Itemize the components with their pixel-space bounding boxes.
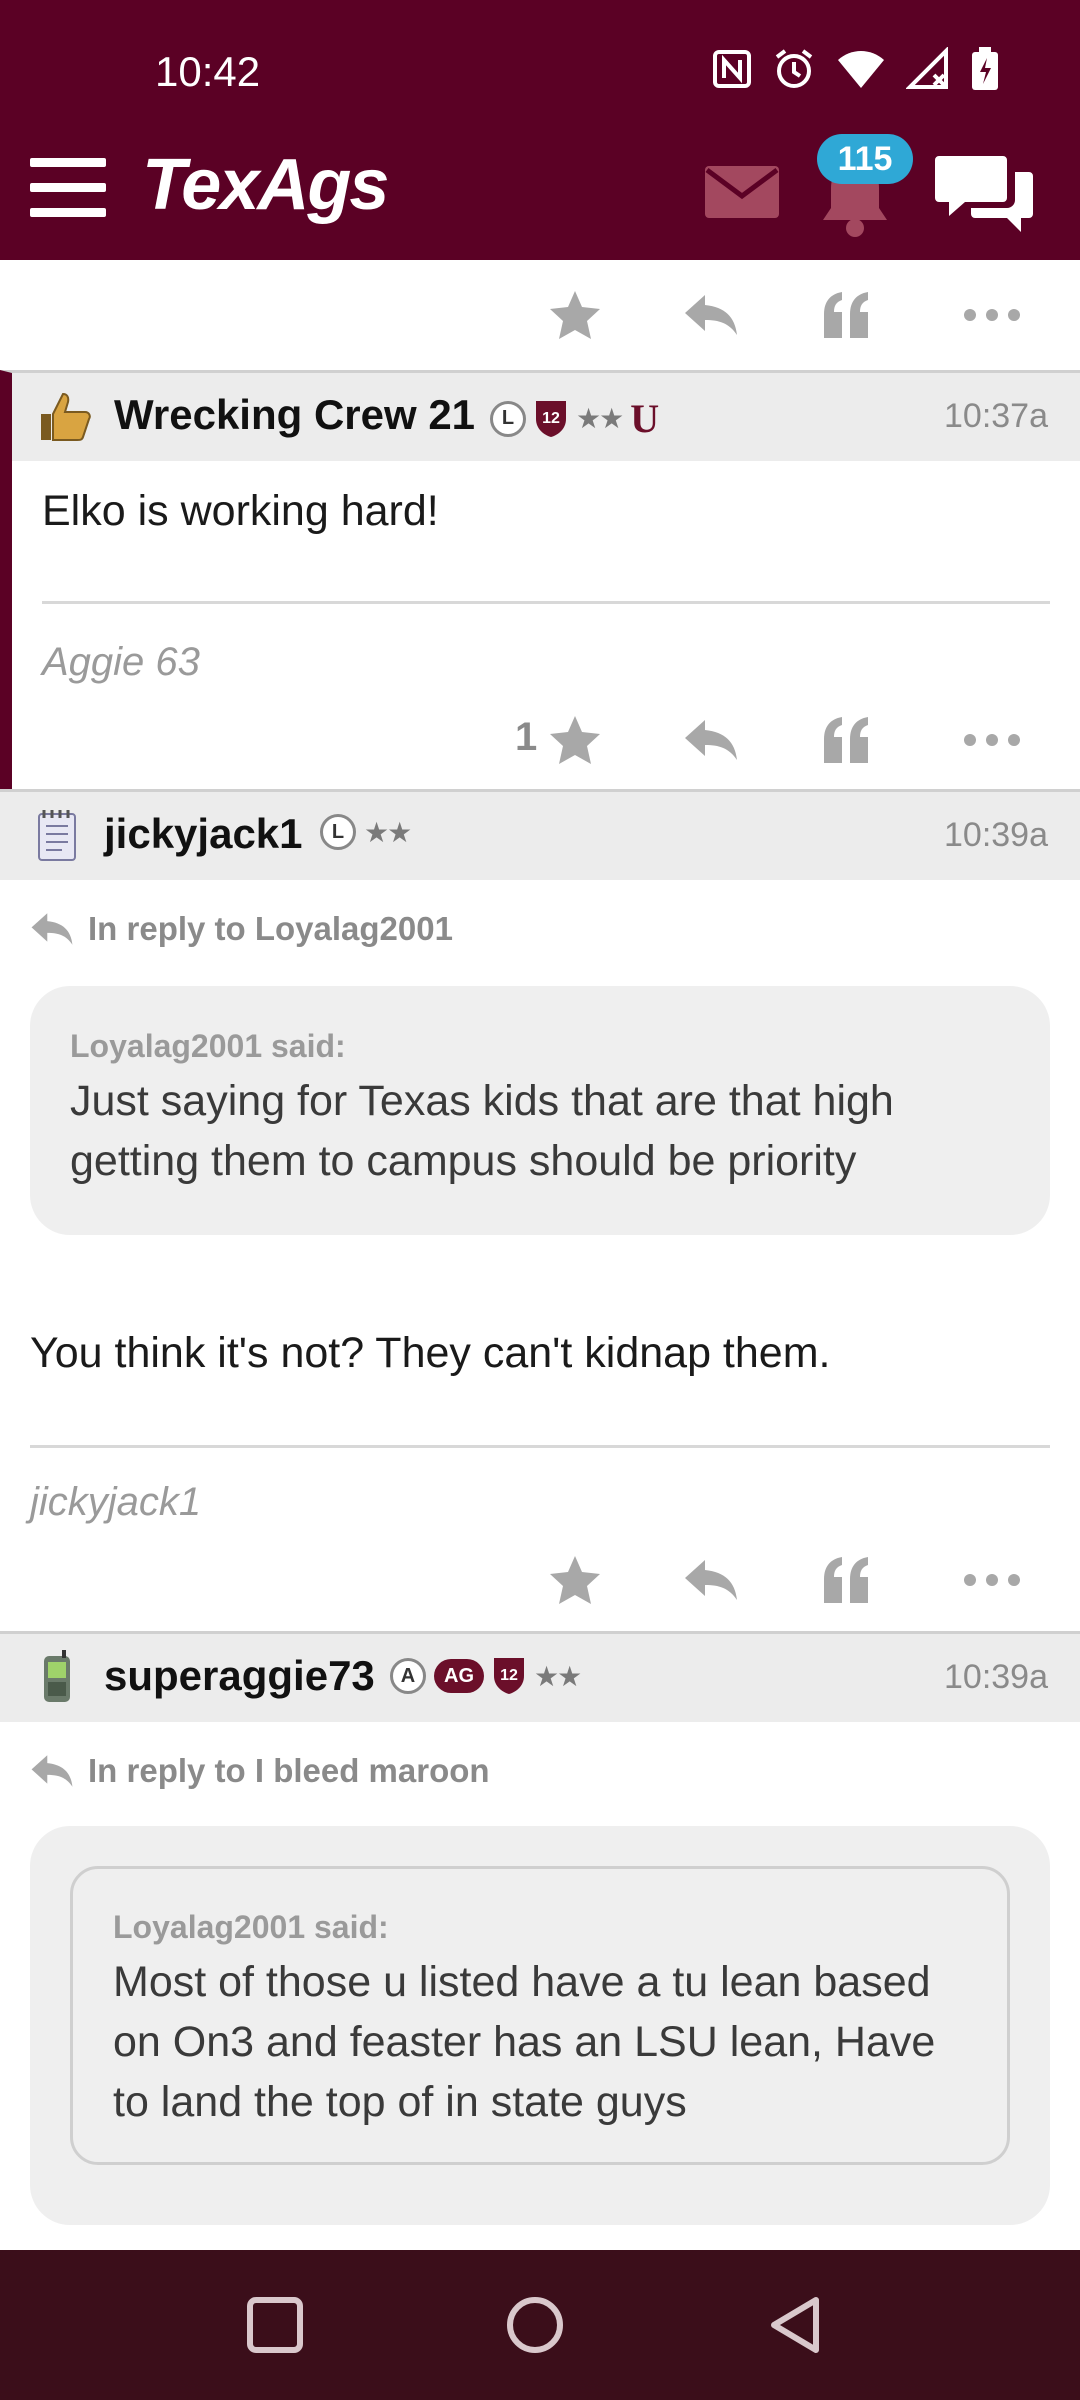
username[interactable]: jickyjack1 — [104, 810, 303, 858]
quote-attribution: Loyalag2001 said: — [113, 1909, 389, 1945]
reply-arrow-icon — [31, 913, 73, 945]
notification-count-badge: 115 — [817, 134, 913, 184]
post-header: jickyjack1 L ★★ 10:39a — [0, 792, 1080, 880]
back-icon[interactable] — [760, 2290, 830, 2360]
more-options-icon[interactable] — [963, 1553, 1021, 1607]
post-header: superaggie73 A AG 12 ★★ 10:39a — [0, 1634, 1080, 1722]
quote-box: Loyalag2001 said: Just saying for Texas … — [30, 986, 1050, 1235]
reply-to-text: In reply to I bleed maroon — [88, 1752, 490, 1789]
status-icons — [712, 46, 1000, 92]
wifi-icon — [838, 51, 884, 88]
reply-icon[interactable] — [683, 288, 739, 342]
star-rating: ★★ — [534, 1659, 582, 1693]
post-text: Elko is working hard! — [42, 487, 439, 535]
more-options-icon[interactable] — [963, 288, 1021, 342]
badge-ag: AG — [434, 1659, 484, 1693]
mail-icon[interactable] — [705, 166, 779, 218]
phone-avatar[interactable] — [26, 1646, 88, 1708]
status-bar: 10:42 — [0, 0, 1080, 140]
badge-a: A — [390, 1658, 426, 1694]
reply-arrow-icon — [31, 1755, 73, 1787]
quote-icon[interactable] — [822, 288, 870, 342]
quote-text: Most of those u listed have a tu lean ba… — [113, 1958, 936, 2126]
signature: jickyjack1 — [30, 1480, 202, 1524]
svg-text:12: 12 — [500, 1667, 518, 1684]
nfc-icon — [713, 50, 751, 88]
reply-icon[interactable] — [683, 713, 739, 767]
star-icon[interactable] — [548, 1553, 602, 1607]
signature: Aggie 63 — [42, 640, 200, 684]
reply-to-text: In reply to Loyalag2001 — [88, 910, 453, 947]
notepad-avatar[interactable] — [26, 804, 88, 866]
app-header: 10:42 TexAgs 115 — [0, 0, 1080, 260]
post-body: Elko is working hard! Aggie 63 — [12, 461, 1080, 685]
post-actions: 1 — [12, 685, 1080, 789]
home-icon[interactable] — [500, 2290, 570, 2360]
post-actions — [0, 260, 1080, 370]
username[interactable]: superaggie73 — [104, 1652, 375, 1700]
star-rating: ★★ — [576, 402, 624, 435]
quote-box: Loyalag2001 said: Most of those u listed… — [30, 1826, 1050, 2225]
post-body: In reply to I bleed maroon Loyalag2001 s… — [0, 1722, 1080, 2225]
recent-apps-icon[interactable] — [240, 2290, 310, 2360]
star-icon[interactable] — [548, 713, 602, 767]
badge-l: L — [490, 400, 526, 437]
texags-logo[interactable]: TexAgs — [142, 144, 389, 226]
reply-to-link[interactable]: In reply to I bleed maroon — [30, 1722, 1050, 1790]
user-badges: L ★★ — [320, 814, 412, 850]
quote-text: Just saying for Texas kids that are that… — [70, 1077, 894, 1185]
thumbs-up-avatar[interactable] — [32, 385, 94, 447]
star-rating: ★★ — [364, 815, 412, 849]
shield-12-icon: 12 — [494, 1658, 524, 1694]
more-options-icon[interactable] — [963, 713, 1021, 767]
post-actions — [0, 1525, 1080, 1631]
system-nav-bar — [0, 2250, 1080, 2400]
reply-to-link[interactable]: In reply to Loyalag2001 — [30, 880, 1050, 948]
post-jickyjack1: jickyjack1 L ★★ 10:39a In reply to Loyal… — [0, 789, 1080, 1631]
quote-attribution: Loyalag2001 said: — [70, 1028, 346, 1064]
thread-feed[interactable]: Wrecking Crew 21 L 12 ★★ U 10:37a Elko i… — [0, 260, 1080, 2250]
menu-icon[interactable] — [30, 158, 106, 218]
post-wrecking-crew-21: Wrecking Crew 21 L 12 ★★ U 10:37a Elko i… — [0, 370, 1080, 789]
post-body: In reply to Loyalag2001 Loyalag2001 said… — [0, 880, 1080, 1525]
post-time: 10:37a — [944, 397, 1048, 435]
nested-quote: Loyalag2001 said: Most of those u listed… — [70, 1866, 1010, 2165]
post-header: Wrecking Crew 21 L 12 ★★ U 10:37a — [12, 373, 1080, 461]
signal-icon — [906, 47, 948, 89]
post-superaggie73: superaggie73 A AG 12 ★★ 10:39a In reply … — [0, 1631, 1080, 2225]
status-time: 10:42 — [155, 48, 261, 95]
quote-icon[interactable] — [822, 713, 870, 767]
badge-l: L — [320, 814, 356, 850]
reply-icon[interactable] — [683, 1553, 739, 1607]
username[interactable]: Wrecking Crew 21 — [114, 391, 475, 439]
shield-12-icon: 12 — [536, 400, 566, 437]
post-time: 10:39a — [944, 816, 1048, 854]
alarm-icon — [775, 49, 813, 88]
chat-icon[interactable] — [935, 150, 1035, 242]
badge-u: U — [630, 396, 660, 441]
nav-row: TexAgs — [0, 140, 1080, 260]
star-count: 1 — [515, 715, 538, 759]
star-icon[interactable] — [548, 288, 602, 342]
battery-icon — [972, 47, 998, 90]
post-time: 10:39a — [944, 1658, 1048, 1696]
quote-icon[interactable] — [822, 1553, 870, 1607]
user-badges: L 12 ★★ U — [490, 395, 659, 442]
user-badges: A AG 12 ★★ — [390, 1656, 582, 1696]
svg-text:12: 12 — [542, 410, 560, 427]
post-text: You think it's not? They can't kidnap th… — [30, 1329, 831, 1377]
